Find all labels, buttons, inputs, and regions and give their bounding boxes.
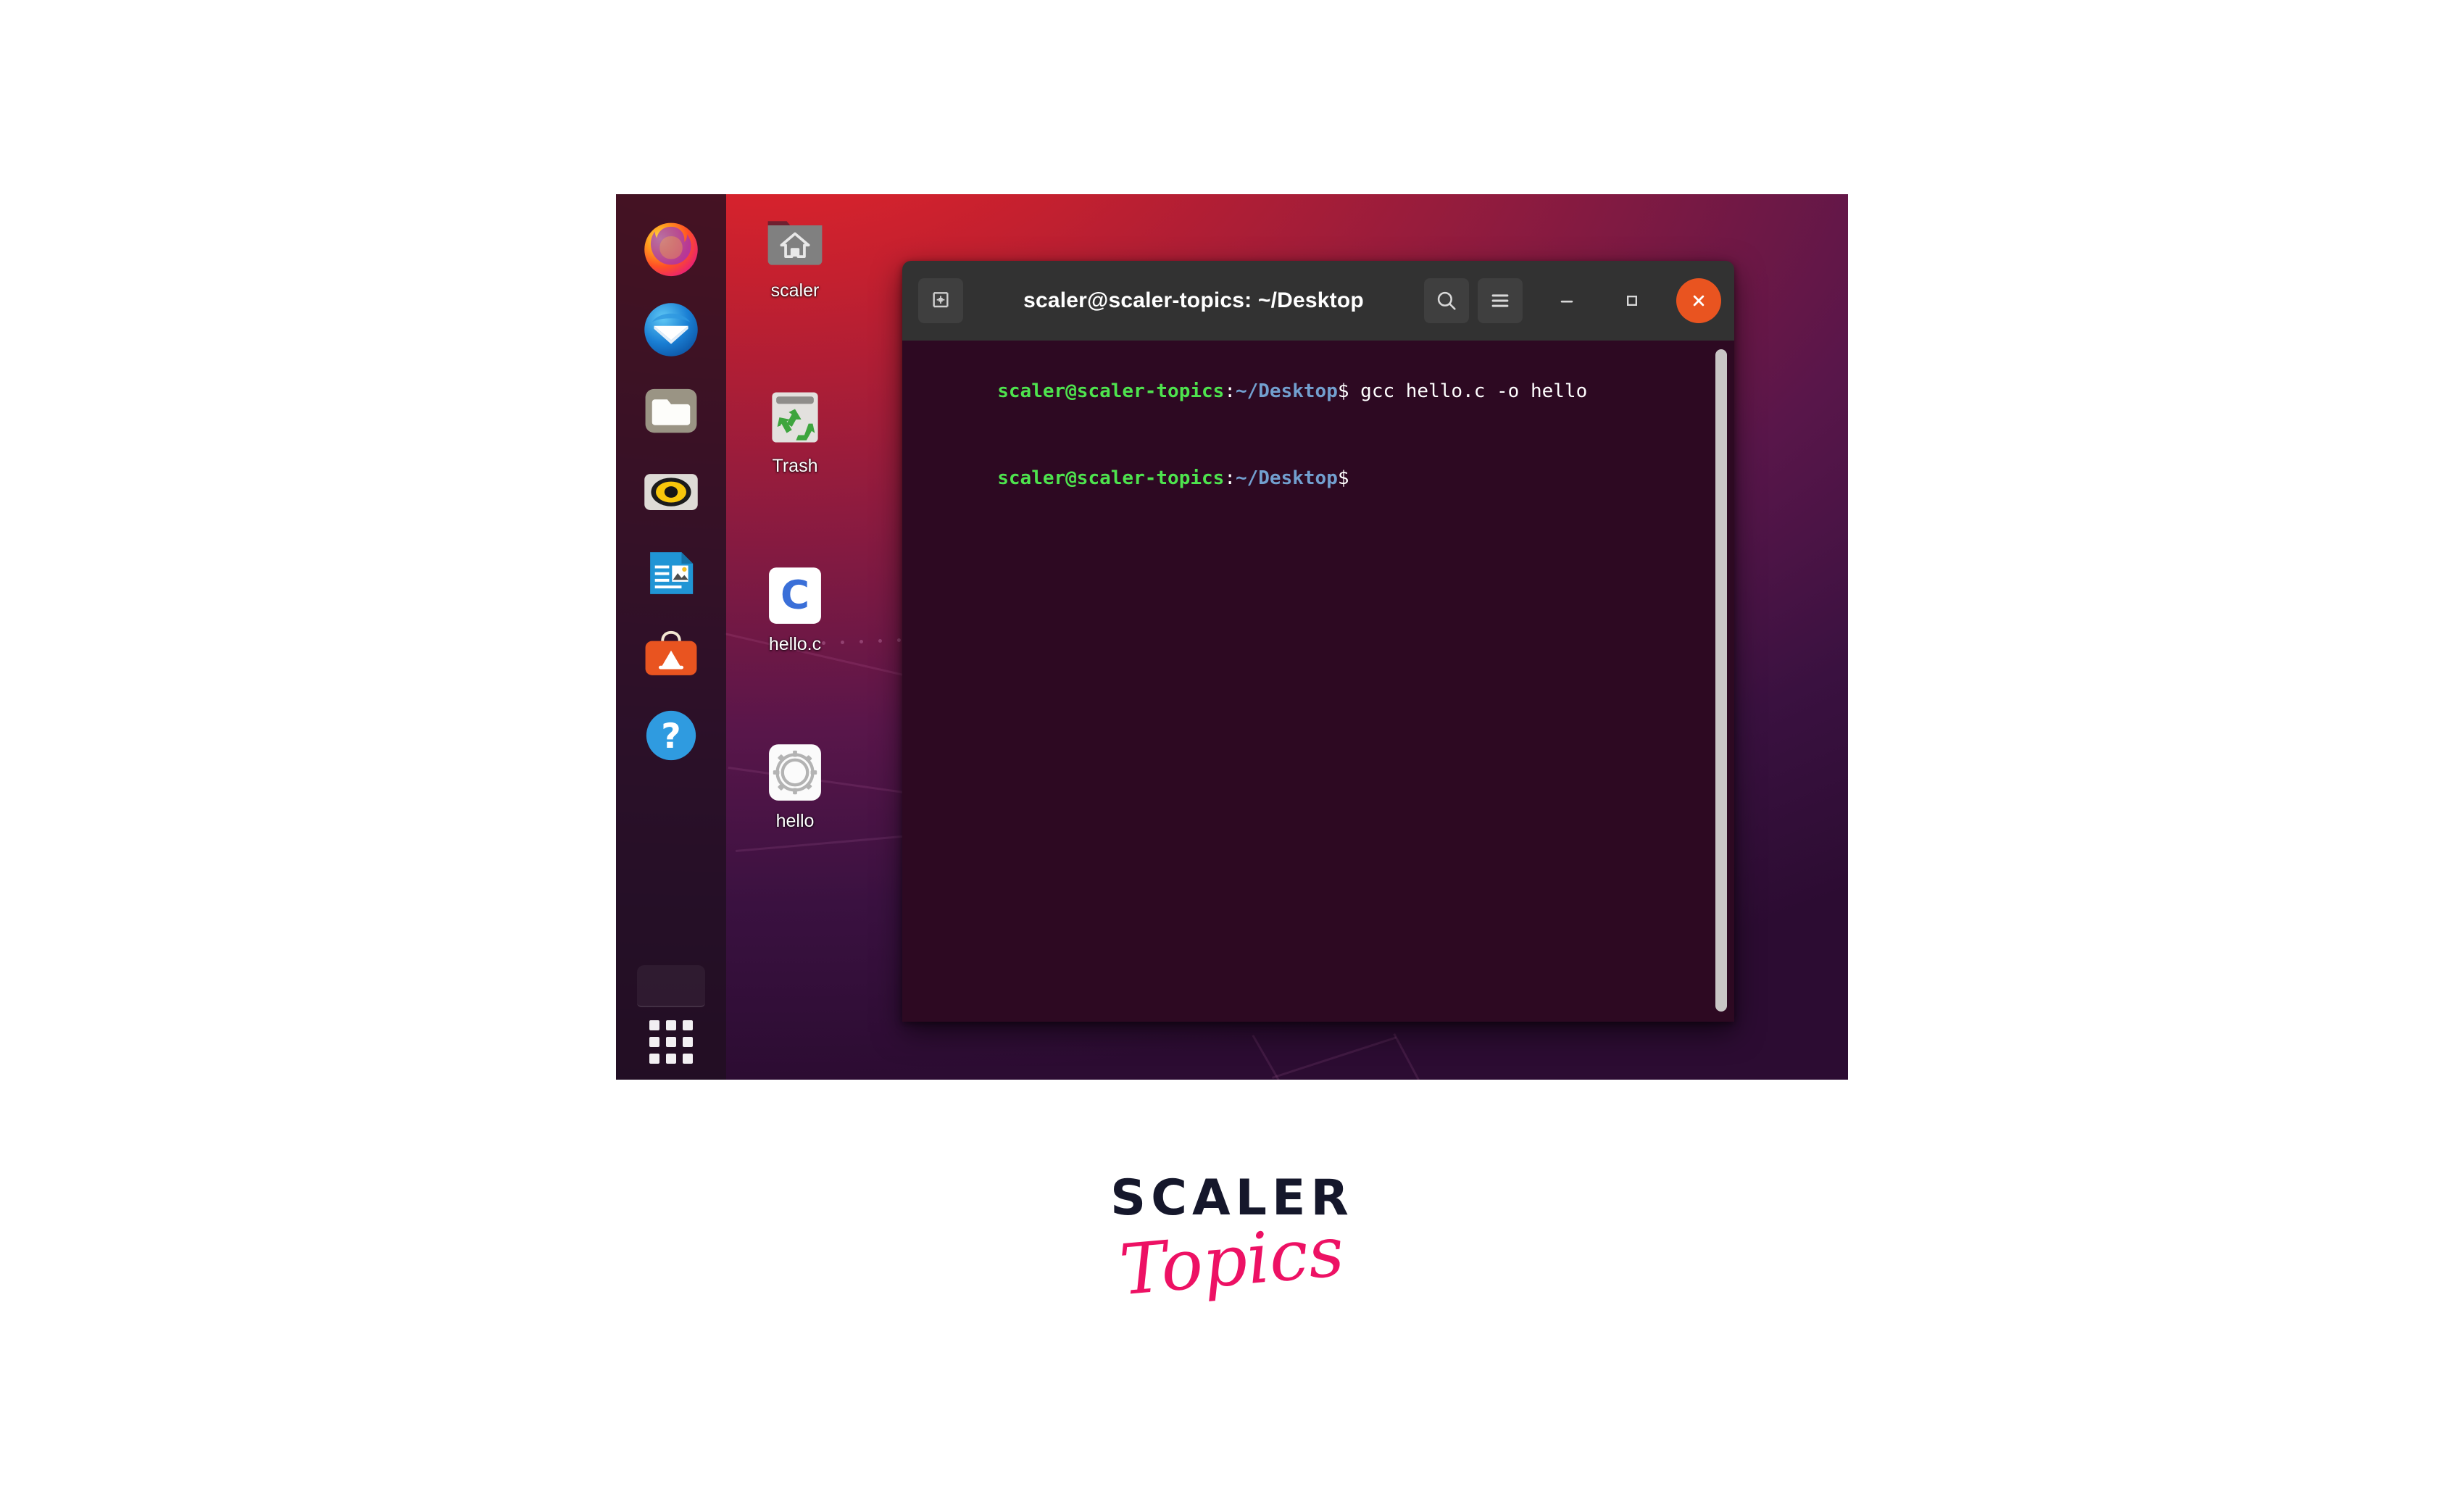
ubuntu-dock: ?: [616, 194, 726, 1080]
terminal-window-controls: [1424, 278, 1721, 323]
software-bag-icon: [645, 630, 697, 675]
wallpaper-stroke: [1393, 1033, 1433, 1080]
new-tab-icon: [933, 292, 949, 308]
gear-executable-icon: [769, 744, 821, 801]
desktop-icon-hello-c[interactable]: C hello.c: [726, 562, 864, 654]
help-question-icon: ?: [646, 710, 696, 761]
dock-item-files[interactable]: [633, 372, 709, 449]
dock-item-libreoffice-writer[interactable]: [633, 535, 709, 612]
desktop-icon-label: Trash: [772, 456, 818, 476]
home-folder-icon: [767, 221, 823, 265]
svg-text:C: C: [781, 571, 809, 617]
dock-item-firefox[interactable]: [633, 210, 709, 287]
firefox-icon: [644, 222, 698, 277]
svg-text:?: ?: [661, 717, 680, 756]
close-button[interactable]: [1676, 278, 1721, 323]
prompt-user: scaler@scaler-topics: [997, 380, 1225, 402]
prompt-dollar: $: [1337, 467, 1349, 489]
writer-document-icon: [650, 552, 694, 594]
terminal-command: gcc hello.c -o hello: [1349, 380, 1588, 402]
desktop-icon-scaler[interactable]: scaler: [726, 209, 864, 300]
terminal-title: scaler@scaler-topics: ~/Desktop: [1023, 288, 1364, 312]
wallpaper-stroke: [1252, 1035, 1297, 1080]
wallpaper-stroke: [1272, 1036, 1397, 1079]
ubuntu-desktop: ? scaler Trash C hello.c hello scaler@sc…: [616, 194, 1848, 1080]
dock-item-thunderbird[interactable]: [633, 291, 709, 368]
dock-item-help[interactable]: ?: [633, 697, 709, 774]
app-grid-icon: [649, 1020, 693, 1064]
terminal-line: scaler@scaler-topics:~/Desktop$ gcc hell…: [907, 348, 1734, 435]
brand-primary-text: SCALER: [1110, 1170, 1354, 1227]
brand-secondary-text: Topics: [1116, 1210, 1348, 1312]
terminal-output-area[interactable]: scaler@scaler-topics:~/Desktop$ gcc hell…: [902, 341, 1734, 1022]
prompt-colon: :: [1224, 467, 1236, 489]
prompt-dollar: $: [1337, 380, 1349, 402]
minimize-button[interactable]: [1544, 278, 1589, 323]
terminal-search-button[interactable]: [1424, 278, 1469, 323]
hamburger-menu-icon: [1491, 294, 1509, 307]
rhythmbox-icon: [644, 474, 698, 510]
show-applications-button[interactable]: [633, 965, 709, 1074]
terminal-menu-button[interactable]: [1478, 278, 1523, 323]
desktop-icon-label: hello: [775, 811, 815, 831]
desktop-icon-hello[interactable]: hello: [726, 739, 864, 830]
maximize-button[interactable]: [1610, 278, 1655, 323]
prompt-path: ~/Desktop: [1235, 380, 1338, 402]
dock-item-rhythmbox[interactable]: [633, 454, 709, 530]
desktop-icon-label: hello.c: [768, 634, 822, 654]
terminal-line: scaler@scaler-topics:~/Desktop$: [907, 435, 1734, 522]
search-icon: [1437, 291, 1456, 310]
files-folder-icon: [645, 388, 697, 433]
desktop-icon-column: scaler Trash C hello.c hello: [726, 194, 864, 1080]
scaler-topics-logo: SCALER Topics: [0, 1170, 2464, 1312]
desktop-icon-trash[interactable]: Trash: [726, 384, 864, 475]
maximize-icon: [1627, 296, 1637, 306]
new-tab-button[interactable]: [918, 278, 963, 323]
minimize-icon: [1560, 300, 1573, 303]
trash-recycle-icon: [772, 392, 818, 443]
prompt-path: ~/Desktop: [1235, 467, 1338, 489]
terminal-titlebar: scaler@scaler-topics: ~/Desktop: [902, 261, 1734, 341]
thunderbird-icon: [644, 303, 698, 357]
c-file-icon: C: [769, 567, 821, 624]
prompt-colon: :: [1224, 380, 1236, 402]
dock-grid-backdrop: [637, 965, 705, 1007]
prompt-user: scaler@scaler-topics: [997, 467, 1225, 489]
dock-item-ubuntu-software[interactable]: [633, 616, 709, 693]
desktop-icon-label: scaler: [770, 280, 820, 301]
close-icon: [1693, 295, 1705, 307]
terminal-window: scaler@scaler-topics: ~/Desktop scaler@s…: [902, 261, 1734, 1022]
terminal-scrollbar[interactable]: [1715, 349, 1727, 1012]
